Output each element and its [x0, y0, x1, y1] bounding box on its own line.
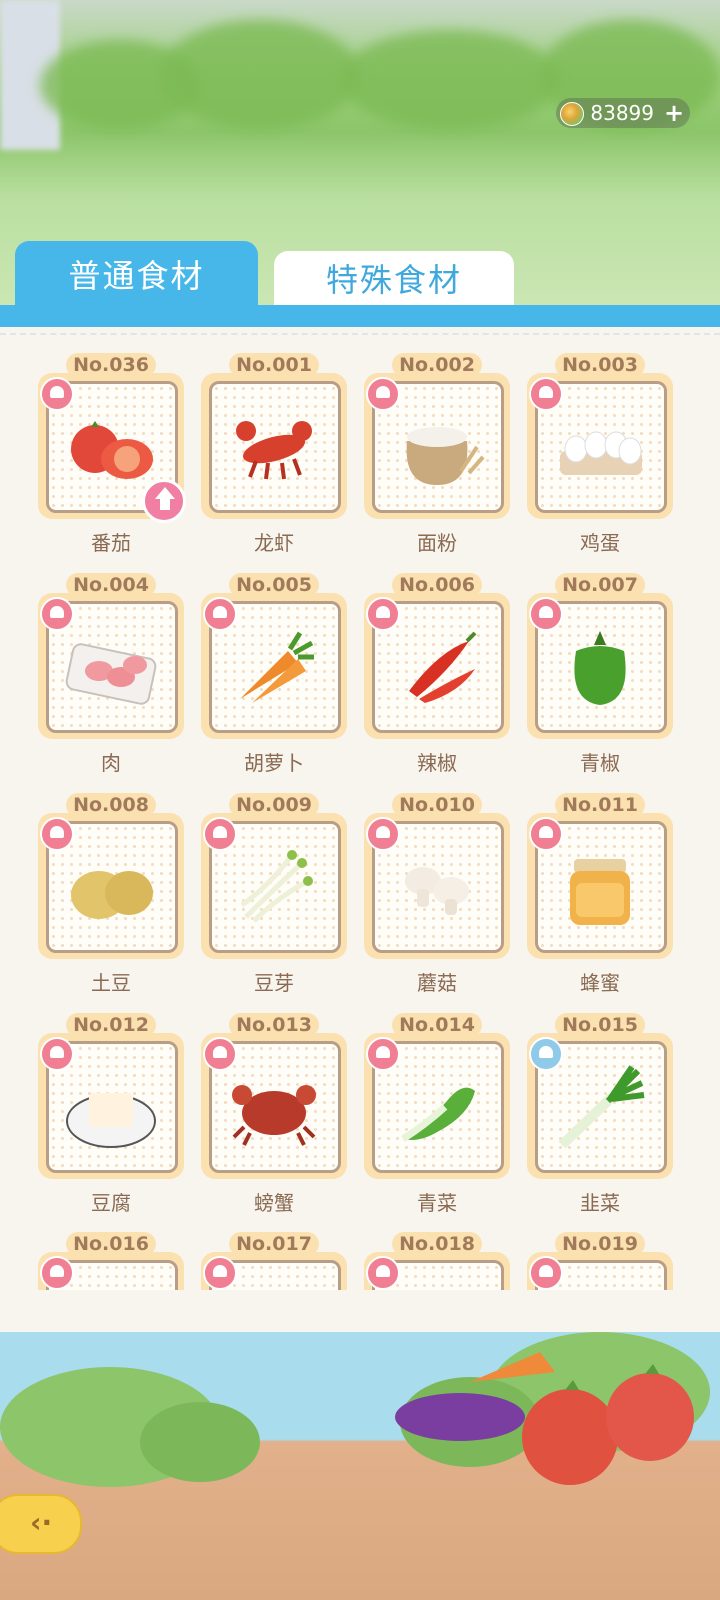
ingredient-name: 韭菜: [580, 1191, 620, 1215]
ingredient-number: No.009: [229, 793, 319, 817]
ingredient-name: 番茄: [91, 531, 131, 555]
ingredient-number: No.005: [229, 573, 319, 597]
green-pepper-icon: [574, 631, 626, 705]
ingredient-card[interactable]: No.004 肉: [38, 573, 184, 775]
ingredient-card[interactable]: No.011 蜂蜜: [527, 793, 673, 995]
ingredient-number: No.001: [229, 353, 319, 377]
ingredient-number: No.016: [66, 1232, 156, 1256]
coin-amount: 83899: [590, 101, 654, 125]
eggs-icon: [560, 431, 642, 475]
ingredient-card[interactable]: No.017: [201, 1232, 347, 1290]
ingredient-grid[interactable]: No.036 番茄 No.001 龙虾 No.002 面粉 No.003 鸡蛋 No.004 肉 N…: [0, 327, 720, 1290]
tomato-icon: [71, 421, 153, 479]
honey-jar-icon: [570, 859, 630, 925]
leek-icon: [558, 1065, 645, 1149]
tab-bar: [0, 305, 720, 327]
ingredient-number: No.012: [66, 1013, 156, 1037]
ingredient-card[interactable]: No.009 豆芽: [201, 793, 347, 995]
ingredient-number: No.008: [66, 793, 156, 817]
coin-counter[interactable]: 83899 +: [556, 98, 690, 128]
ingredient-name: 螃蟹: [254, 1191, 294, 1215]
ingredient-card[interactable]: No.015 韭菜: [527, 1013, 673, 1215]
coin-icon: [560, 102, 585, 126]
ingredient-name: 豆腐: [91, 1191, 131, 1215]
ingredient-number: No.019: [555, 1232, 645, 1256]
ingredient-number: No.004: [66, 573, 156, 597]
meat-tray-icon: [65, 643, 157, 705]
bok-choy-icon: [401, 1087, 475, 1142]
potato-icon: [71, 871, 153, 919]
ingredient-name: 面粉: [417, 531, 457, 555]
ingredient-number: No.036: [66, 353, 156, 377]
chili-icon: [409, 631, 477, 703]
ingredient-card[interactable]: No.010 蘑菇: [364, 793, 510, 995]
ingredient-card[interactable]: No.003 鸡蛋: [527, 353, 673, 555]
tab-special-ingredients[interactable]: 特殊食材: [274, 251, 514, 305]
chef-hat-icon: [366, 1256, 400, 1290]
bean-sprout-icon: [240, 850, 313, 923]
ingredient-name: 龙虾: [254, 531, 294, 555]
tab-normal-ingredients[interactable]: 普通食材: [15, 241, 258, 311]
back-arrow-icon: ‹·: [30, 1506, 53, 1539]
bottom-scene: [0, 1332, 720, 1600]
ingredient-name: 青菜: [417, 1191, 457, 1215]
lobster-icon: [236, 421, 312, 480]
ingredient-name: 肉: [101, 751, 121, 775]
ingredient-name: 土豆: [91, 971, 131, 995]
ingredient-card[interactable]: No.007 青椒: [527, 573, 673, 775]
ingredient-card[interactable]: No.013 螃蟹: [201, 1013, 347, 1215]
ingredient-name: 辣椒: [417, 751, 457, 775]
ingredient-number: No.013: [229, 1013, 319, 1037]
flour-sack-icon: [406, 427, 485, 485]
ingredient-number: No.011: [555, 793, 645, 817]
ingredient-card[interactable]: No.016: [38, 1232, 184, 1290]
chef-hat-icon: [529, 1256, 563, 1290]
ingredient-number: No.002: [392, 353, 482, 377]
ingredient-card[interactable]: No.006 辣椒: [364, 573, 510, 775]
ingredient-number: No.010: [392, 793, 482, 817]
back-button[interactable]: ‹·: [0, 1494, 82, 1554]
carrot-icon: [240, 631, 314, 703]
ingredient-name: 青椒: [580, 751, 620, 775]
ingredient-name: 蘑菇: [417, 971, 457, 995]
ingredient-number: No.015: [555, 1013, 645, 1037]
ingredient-panel: No.036 番茄 No.001 龙虾 No.002 面粉 No.003 鸡蛋 No.004 肉 N…: [0, 327, 720, 1334]
ingredient-name: 胡萝卜: [244, 751, 304, 775]
ingredient-number: No.018: [392, 1232, 482, 1256]
ingredient-card[interactable]: No.014 青菜: [364, 1013, 510, 1215]
ingredient-name: 鸡蛋: [580, 531, 620, 555]
tofu-icon: [66, 1093, 156, 1148]
ingredient-number: No.017: [229, 1232, 319, 1256]
ingredient-number: No.006: [392, 573, 482, 597]
ingredient-card[interactable]: No.002 面粉: [364, 353, 510, 555]
ingredient-card[interactable]: No.001 龙虾: [201, 353, 347, 555]
ingredient-card[interactable]: No.019: [527, 1232, 673, 1290]
ingredient-name: 豆芽: [254, 971, 294, 995]
plus-icon[interactable]: +: [662, 101, 686, 125]
mushroom-icon: [405, 867, 469, 915]
chef-hat-icon: [40, 1256, 74, 1290]
ingredient-card[interactable]: No.008 土豆: [38, 793, 184, 995]
crab-icon: [232, 1085, 316, 1146]
ingredient-number: No.007: [555, 573, 645, 597]
ingredient-number: No.014: [392, 1013, 482, 1037]
ingredient-card[interactable]: No.012 豆腐: [38, 1013, 184, 1215]
ingredient-card[interactable]: No.005 胡萝卜: [201, 573, 347, 775]
ingredient-card[interactable]: No.018: [364, 1232, 510, 1290]
ingredient-card[interactable]: No.036 番茄: [38, 353, 186, 555]
upgrade-arrow-icon[interactable]: [142, 479, 186, 523]
ingredient-name: 蜂蜜: [580, 971, 620, 995]
ingredient-number: No.003: [555, 353, 645, 377]
chef-hat-icon: [203, 1256, 237, 1290]
